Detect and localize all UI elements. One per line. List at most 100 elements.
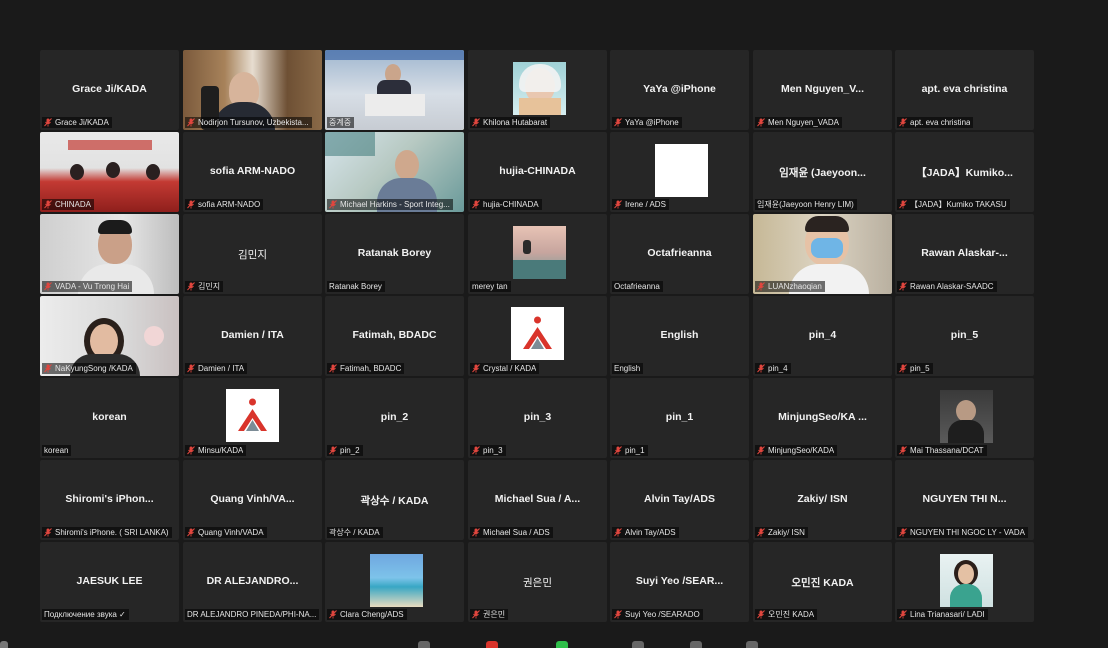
participant-tile[interactable]: Suyi Yeo /SEAR... Suyi Yeo /SEARADO [610, 542, 749, 622]
participant-tile[interactable]: pin_4 pin_4 [753, 296, 892, 376]
participant-tile[interactable]: Nodirjon Tursunov, Uzbekista... [183, 50, 322, 130]
muted-mic-icon [187, 282, 198, 291]
participant-display-name: apt. eva christina [921, 83, 1008, 95]
participant-tile[interactable]: Quang Vinh/VA... Quang Vinh/VADA [183, 460, 322, 540]
participant-tile[interactable]: pin_3 pin_3 [468, 378, 607, 458]
participant-display-name: Michael Sua / A... [494, 493, 581, 505]
participant-name-label: apt. eva christina [897, 117, 974, 128]
profile-picture [655, 144, 708, 197]
participant-name-label: CHINADA [42, 199, 95, 210]
participant-name-label: Crystal / KADA [470, 363, 540, 374]
profile-picture [513, 62, 566, 115]
participant-name-label: YaYa @iPhone [612, 117, 682, 128]
participant-tile[interactable]: Men Nguyen_V... Men Nguyen_VADA [753, 50, 892, 130]
participant-name-label: Ratanak Borey [327, 281, 385, 292]
participant-display-name: 오민진 KADA [791, 577, 854, 589]
participant-tile[interactable]: Clara Cheng/ADS [325, 542, 464, 622]
participant-display-name: korean [92, 411, 127, 423]
participant-tile[interactable]: Rawan Alaskar-... Rawan Alaskar-SAADC [895, 214, 1034, 294]
participant-tile[interactable]: Michael Sua / A... Michael Sua / ADS [468, 460, 607, 540]
participant-tile[interactable]: CHINADA [40, 132, 179, 212]
participant-display-name: Grace Ji/KADA [72, 83, 147, 95]
participant-label-text: Nodirjon Tursunov, Uzbekista... [198, 118, 309, 127]
participant-tile[interactable]: pin_2 pin_2 [325, 378, 464, 458]
participant-tile[interactable]: apt. eva christina apt. eva christina [895, 50, 1034, 130]
participant-tile[interactable]: Minsu/KADA [183, 378, 322, 458]
participant-name-label: 【JADA】Kumiko TAKASU [897, 199, 1010, 210]
participant-tile[interactable]: pin_5 pin_5 [895, 296, 1034, 376]
participant-tile[interactable]: korean korean [40, 378, 179, 458]
participant-label-text: Alvin Tay/ADS [625, 528, 676, 537]
muted-mic-icon [614, 610, 625, 619]
participant-tile[interactable]: Alvin Tay/ADS Alvin Tay/ADS [610, 460, 749, 540]
participant-tile[interactable]: Khilona Hutabarat [468, 50, 607, 130]
participant-label-text: 오민진 KADA [768, 610, 815, 619]
participant-tile[interactable]: 중계중 [325, 50, 464, 130]
muted-mic-icon [329, 446, 340, 455]
participant-tile[interactable]: English English [610, 296, 749, 376]
participant-tile[interactable]: merey tan [468, 214, 607, 294]
participant-tile[interactable]: NaKyungSong /KADA [40, 296, 179, 376]
participant-tile[interactable]: MinjungSeo/KA ... MinjungSeo/KADA [753, 378, 892, 458]
participant-tile[interactable]: JAESUK LEE Подключение звука ✓ [40, 542, 179, 622]
more-icon[interactable] [746, 641, 758, 648]
participant-display-name: 【JADA】Kumiko... [916, 167, 1013, 179]
participant-tile[interactable]: 권은민 권은민 [468, 542, 607, 622]
muted-mic-icon [899, 364, 910, 373]
participant-tile[interactable]: Ratanak Borey Ratanak Borey [325, 214, 464, 294]
participant-name-label: 오민진 KADA [755, 609, 818, 620]
muted-mic-icon [899, 528, 910, 537]
participant-label-text: VADA - Vu Trong Hai [55, 282, 130, 291]
profile-picture [370, 554, 423, 607]
participant-tile[interactable]: Zakiy/ ISN Zakiy/ ISN [753, 460, 892, 540]
participant-tile[interactable]: Irene / ADS [610, 132, 749, 212]
participant-label-text: Quang Vinh/VADA [198, 528, 264, 537]
participants-icon[interactable] [418, 641, 430, 648]
muted-mic-icon [472, 118, 483, 127]
participant-label-text: Crystal / KADA [483, 364, 537, 373]
participant-tile[interactable]: sofia ARM-NADO sofia ARM-NADO [183, 132, 322, 212]
participant-tile[interactable]: 【JADA】Kumiko... 【JADA】Kumiko TAKASU [895, 132, 1034, 212]
participant-label-text: Fatimah, BDADC [340, 364, 402, 373]
muted-mic-icon [329, 610, 340, 619]
participant-label-text: 임재윤(Jaeyoon Henry LIM) [757, 200, 854, 209]
participant-tile[interactable]: Mai Thassana/DCAT [895, 378, 1034, 458]
participant-tile[interactable]: hujia-CHINADA hujia-CHINADA [468, 132, 607, 212]
participant-tile[interactable]: 임재윤 (Jaeyoon... 임재윤(Jaeyoon Henry LIM) [753, 132, 892, 212]
participant-tile[interactable]: VADA - Vu Trong Hai [40, 214, 179, 294]
participant-tile[interactable]: 김민지 김민지 [183, 214, 322, 294]
participant-tile[interactable]: Fatimah, BDADC Fatimah, BDADC [325, 296, 464, 376]
participant-label-text: Men Nguyen_VADA [768, 118, 839, 127]
participant-label-text: Mai Thassana/DCAT [910, 446, 984, 455]
participant-tile[interactable]: Michael Harkins - Sport Integ... [325, 132, 464, 212]
participant-tile[interactable]: Lina Trianasari/ LADI [895, 542, 1034, 622]
muted-mic-icon [757, 610, 768, 619]
participant-tile[interactable]: LUANzhaoqian [753, 214, 892, 294]
participant-tile[interactable]: Shiromi's iPhon... Shiromi's iPhone. ( SR… [40, 460, 179, 540]
participant-tile[interactable]: Damien / ITA Damien / ITA [183, 296, 322, 376]
participant-tile[interactable]: Octafrieanna Octafrieanna [610, 214, 749, 294]
participant-label-text: pin_1 [625, 446, 645, 455]
participant-tile[interactable]: Grace Ji/KADA Grace Ji/KADA [40, 50, 179, 130]
participant-name-label: pin_4 [755, 363, 791, 374]
chat-icon[interactable] [486, 641, 498, 648]
participant-label-text: Grace Ji/KADA [55, 118, 109, 127]
participant-label-text: Rawan Alaskar-SAADC [910, 282, 994, 291]
mute-icon[interactable] [0, 641, 8, 648]
record-icon[interactable] [632, 641, 644, 648]
participant-tile[interactable]: 곽상수 / KADA 곽상수 / KADA [325, 460, 464, 540]
participant-name-label: 중계중 [327, 117, 355, 128]
share-screen-icon[interactable] [556, 641, 568, 648]
participant-tile[interactable]: DR ALEJANDRO... DR ALEJANDRO PINEDA/PHI-N… [183, 542, 322, 622]
participant-tile[interactable]: YaYa @iPhone YaYa @iPhone [610, 50, 749, 130]
reactions-icon[interactable] [690, 641, 702, 648]
participant-name-label: 곽상수 / KADA [327, 527, 383, 538]
participant-tile[interactable]: 오민진 KADA 오민진 KADA [753, 542, 892, 622]
participant-tile[interactable]: pin_1 pin_1 [610, 378, 749, 458]
participant-display-name: pin_2 [380, 411, 409, 423]
participant-display-name: Shiromi's iPhon... [65, 493, 154, 505]
participant-display-name: pin_4 [808, 329, 837, 341]
organization-logo [226, 389, 279, 442]
participant-tile[interactable]: NGUYEN THI N... NGUYEN THI NGOC LY - VADA [895, 460, 1034, 540]
participant-tile[interactable]: Crystal / KADA [468, 296, 607, 376]
